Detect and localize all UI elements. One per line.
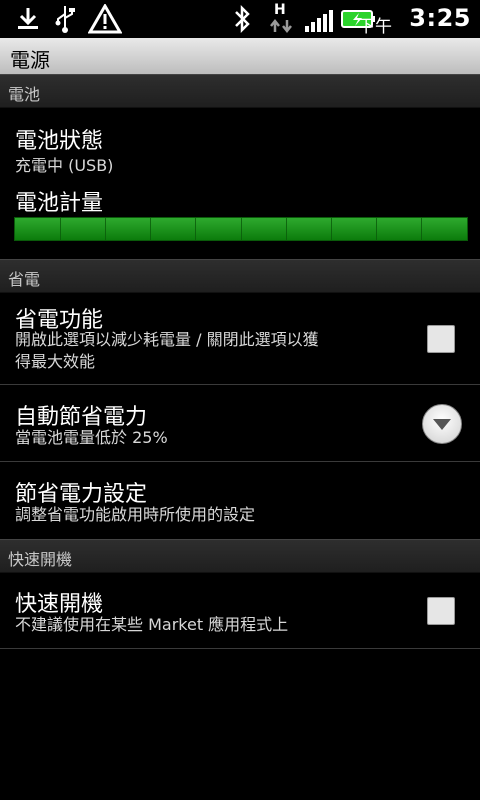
download-icon (18, 8, 38, 29)
fast-boot-checkbox[interactable] (427, 597, 455, 625)
battery-status-summary: 充電中 (USB) (15, 156, 114, 175)
status-bar: H 下午 3:25 (0, 0, 480, 38)
auto-power-save-item[interactable]: 自動節省電力 當電池電量低於 25% (0, 385, 480, 462)
data-arrows-icon: H (268, 2, 294, 36)
power-saver-item[interactable]: 省電功能 開啟此選項以減少耗電量 / 關閉此選項以獲 得最大效能 (0, 292, 480, 385)
fast-boot-item[interactable]: 快速開機 不建議使用在某些 Market 應用程式上 (0, 572, 480, 649)
fast-boot-summary: 不建議使用在某些 Market 應用程式上 (15, 615, 289, 634)
auto-power-save-summary: 當電池電量低於 25% (15, 428, 168, 447)
battery-status-title: 電池狀態 (15, 129, 104, 154)
section-header-battery: 電池 (0, 74, 480, 108)
power-saver-summary-line2: 得最大效能 (15, 352, 96, 371)
status-ampm: 下午 (358, 17, 392, 37)
power-saver-checkbox[interactable] (427, 325, 455, 353)
page-title: 電源 (10, 48, 50, 72)
section-header-fast-boot: 快速開機 (0, 539, 480, 573)
dropdown-arrow-icon[interactable] (422, 404, 462, 444)
battery-meter-title: 電池計量 (15, 191, 104, 216)
battery-status-item[interactable]: 電池狀態 充電中 (USB) (0, 107, 480, 179)
section-header-label: 快速開機 (8, 550, 73, 569)
power-save-settings-item[interactable]: 節省電力設定 調整省電功能啟用時所使用的設定 (0, 462, 480, 539)
section-header-label: 省電 (8, 270, 41, 289)
network-type-label: H (274, 2, 286, 18)
signal-icon (305, 10, 333, 32)
battery-level-bar (14, 217, 468, 241)
power-saver-summary-line1: 開啟此選項以減少耗電量 / 關閉此選項以獲 (15, 330, 319, 349)
section-header-label: 電池 (8, 85, 41, 104)
title-bar: 電源 (0, 38, 480, 75)
status-clock: 3:25 (409, 4, 471, 32)
warning-icon (88, 4, 122, 34)
bluetooth-icon (235, 4, 250, 34)
usb-icon (55, 6, 75, 33)
section-header-power-saving: 省電 (0, 259, 480, 293)
power-save-settings-summary: 調整省電功能啟用時所使用的設定 (15, 505, 256, 524)
